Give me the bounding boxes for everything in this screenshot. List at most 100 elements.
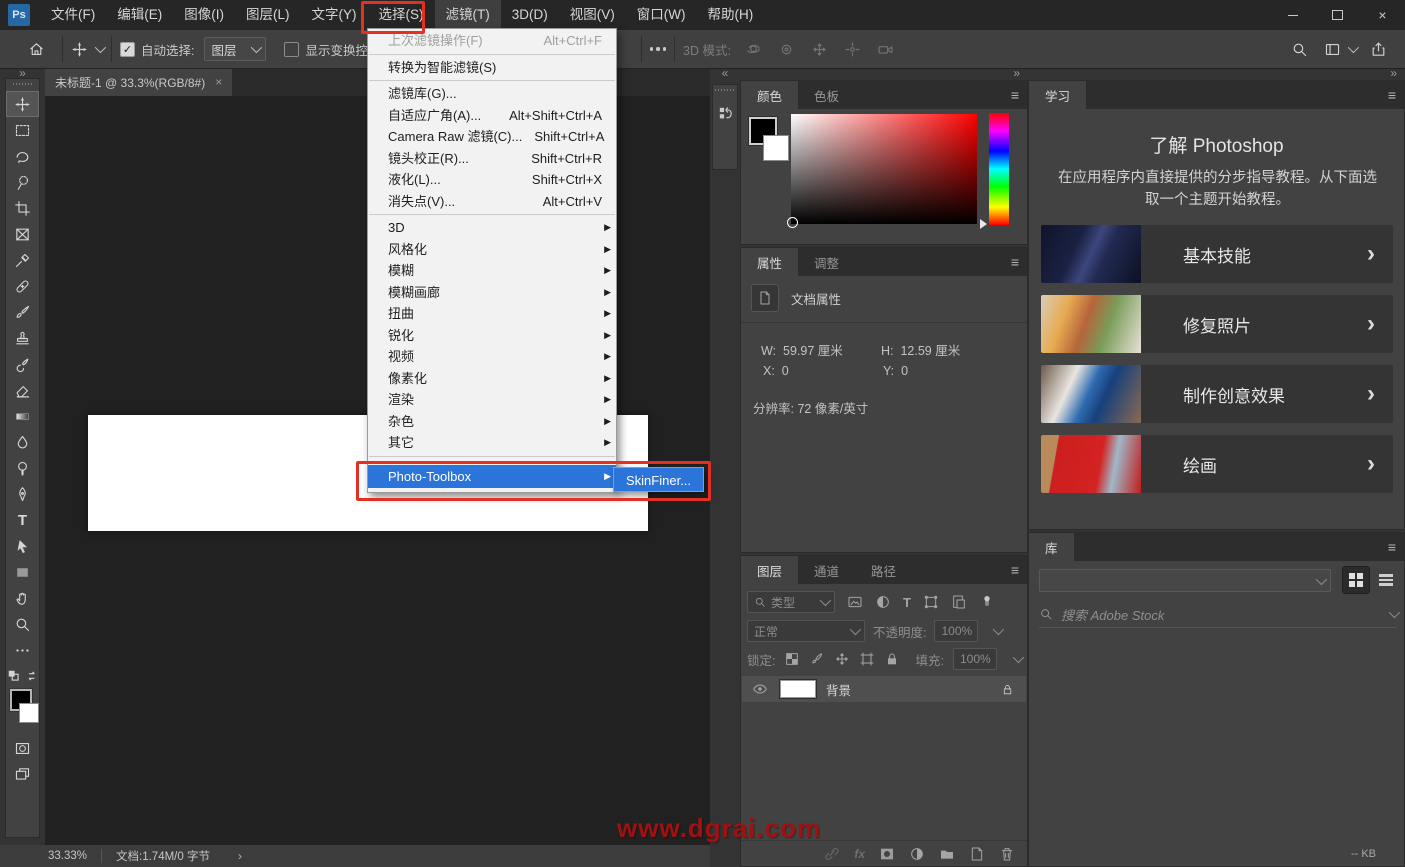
menu-image[interactable]: 图像(I)	[173, 0, 235, 30]
move-tool[interactable]	[6, 91, 39, 117]
dodge-tool[interactable]	[6, 455, 39, 481]
panel-menu-icon[interactable]: ≡	[1011, 248, 1027, 276]
tab-learn[interactable]: 学习	[1029, 81, 1086, 109]
search-icon[interactable]	[1291, 41, 1308, 58]
frame-tool[interactable]	[6, 221, 39, 247]
panel-menu-icon[interactable]: ≡	[1388, 81, 1404, 109]
lock-position-icon[interactable]	[834, 651, 850, 667]
status-options-icon[interactable]: ›	[238, 849, 242, 863]
menu-item-vanishing-point[interactable]: 消失点(V)...Alt+Ctrl+V	[368, 191, 616, 213]
history-brush-tool[interactable]	[6, 351, 39, 377]
color-swatches[interactable]	[6, 687, 39, 729]
menu-filter[interactable]: 滤镜(T)	[435, 0, 501, 30]
menu-item-other[interactable]: 其它▶	[368, 432, 616, 454]
background-color-swatch[interactable]	[19, 703, 39, 723]
expand-panels-icon[interactable]: «	[710, 68, 740, 80]
close-button[interactable]: ×	[1360, 0, 1405, 30]
saturation-brightness-box[interactable]	[791, 114, 977, 224]
library-select-dropdown[interactable]	[1039, 569, 1331, 592]
type-tool[interactable]: T	[6, 507, 39, 533]
menu-item-lens-correction[interactable]: 镜头校正(R)...Shift+Ctrl+R	[368, 148, 616, 170]
menu-help[interactable]: 帮助(H)	[696, 0, 764, 30]
learn-card-basic-skills[interactable]: 基本技能 ›	[1041, 225, 1393, 283]
tab-adjustments[interactable]: 调整	[798, 248, 855, 276]
edit-toolbar-button[interactable]	[6, 637, 39, 663]
blur-tool[interactable]	[6, 429, 39, 455]
panel-menu-icon[interactable]: ≡	[1388, 533, 1404, 561]
opacity-field[interactable]: 100%	[934, 620, 978, 642]
screen-mode-button[interactable]	[6, 761, 39, 787]
swap-colors-button[interactable]	[6, 669, 39, 683]
filter-shape-icon[interactable]	[923, 594, 939, 610]
collapse-column1-icon[interactable]: »	[740, 68, 1028, 80]
3d-roll-icon[interactable]	[778, 41, 795, 58]
adjustment-layer-icon[interactable]	[909, 846, 925, 862]
layer-name[interactable]: 背景	[826, 680, 851, 699]
menu-item-render[interactable]: 渲染▶	[368, 389, 616, 411]
chevron-down-icon[interactable]	[993, 624, 1004, 635]
lock-artboard-icon[interactable]	[859, 651, 875, 667]
auto-select-dropdown[interactable]: 图层	[204, 37, 266, 61]
clone-stamp-tool[interactable]	[6, 325, 39, 351]
chevron-down-icon[interactable]	[1013, 652, 1024, 663]
fill-field[interactable]: 100%	[953, 648, 997, 670]
layer-visibility-eye-icon[interactable]	[752, 681, 768, 697]
link-layers-icon[interactable]	[824, 846, 840, 862]
panel-menu-icon[interactable]: ≡	[1011, 556, 1027, 584]
3d-camera-icon[interactable]	[877, 41, 894, 58]
auto-select-checkbox[interactable]: ✓	[120, 42, 135, 57]
show-transform-checkbox[interactable]	[284, 42, 299, 57]
maximize-button[interactable]	[1315, 0, 1360, 30]
x-value[interactable]: 0	[782, 364, 789, 378]
shape-tool[interactable]	[6, 559, 39, 585]
share-icon[interactable]	[1370, 41, 1387, 58]
background-color-swatch[interactable]	[763, 135, 789, 161]
lock-pixels-icon[interactable]	[809, 651, 825, 667]
lock-transparency-icon[interactable]	[784, 651, 800, 667]
new-layer-icon[interactable]	[969, 846, 985, 862]
crop-tool[interactable]	[6, 195, 39, 221]
quick-mask-button[interactable]	[6, 735, 39, 761]
filter-smart-object-icon[interactable]	[951, 594, 967, 610]
menu-item-pixelate[interactable]: 像素化▶	[368, 368, 616, 390]
tab-color[interactable]: 颜色	[741, 81, 798, 109]
layer-lock-icon[interactable]	[1001, 683, 1014, 696]
more-options-button[interactable]	[650, 47, 667, 51]
menu-select[interactable]: 选择(S)	[368, 0, 435, 30]
menu-file[interactable]: 文件(F)	[40, 0, 106, 30]
filter-adjustment-icon[interactable]	[875, 594, 891, 610]
menu-item-filter-gallery[interactable]: 滤镜库(G)...	[368, 83, 616, 105]
menu-item-convert-smart-filter[interactable]: 转换为智能滤镜(S)	[368, 57, 616, 79]
layer-filter-type-dropdown[interactable]: 类型	[747, 591, 835, 613]
tab-channels[interactable]: 通道	[798, 556, 855, 584]
hand-tool[interactable]	[6, 585, 39, 611]
3d-slide-icon[interactable]	[844, 41, 861, 58]
menu-layer[interactable]: 图层(L)	[235, 0, 301, 30]
lock-all-icon[interactable]	[884, 651, 900, 667]
menu-item-distort[interactable]: 扭曲▶	[368, 303, 616, 325]
new-group-icon[interactable]	[939, 846, 955, 862]
learn-card-painting[interactable]: 绘画 ›	[1041, 435, 1393, 493]
hue-strip[interactable]	[989, 113, 1009, 225]
history-panel-collapsed[interactable]	[712, 84, 738, 170]
tab-layers[interactable]: 图层	[741, 556, 798, 584]
tab-libraries[interactable]: 库	[1029, 533, 1074, 561]
height-value[interactable]: 12.59 厘米	[900, 344, 960, 358]
collapse-column2-icon[interactable]: »	[1028, 68, 1405, 80]
eyedropper-tool[interactable]	[6, 247, 39, 273]
lasso-tool[interactable]	[6, 143, 39, 169]
hue-marker[interactable]	[980, 219, 987, 229]
menu-item-photo-toolbox[interactable]: Photo-Toolbox▶	[368, 465, 616, 488]
menu-item-3d[interactable]: 3D▶	[368, 217, 616, 239]
zoom-tool[interactable]	[6, 611, 39, 637]
close-tab-icon[interactable]: ×	[215, 75, 222, 89]
menu-item-stylize[interactable]: 风格化▶	[368, 239, 616, 261]
delete-layer-icon[interactable]	[999, 846, 1015, 862]
minimize-button[interactable]	[1270, 0, 1315, 30]
zoom-level-field[interactable]: 33.33%	[48, 850, 87, 862]
adobe-stock-search[interactable]: 搜索 Adobe Stock	[1039, 601, 1397, 628]
document-tab[interactable]: 未标题-1 @ 33.3%(RGB/8#) ×	[45, 68, 232, 96]
layer-style-fx-icon[interactable]: fx	[854, 847, 865, 861]
menu-item-camera-raw[interactable]: Camera Raw 滤镜(C)...Shift+Ctrl+A	[368, 126, 616, 148]
tab-swatches[interactable]: 色板	[798, 81, 855, 109]
